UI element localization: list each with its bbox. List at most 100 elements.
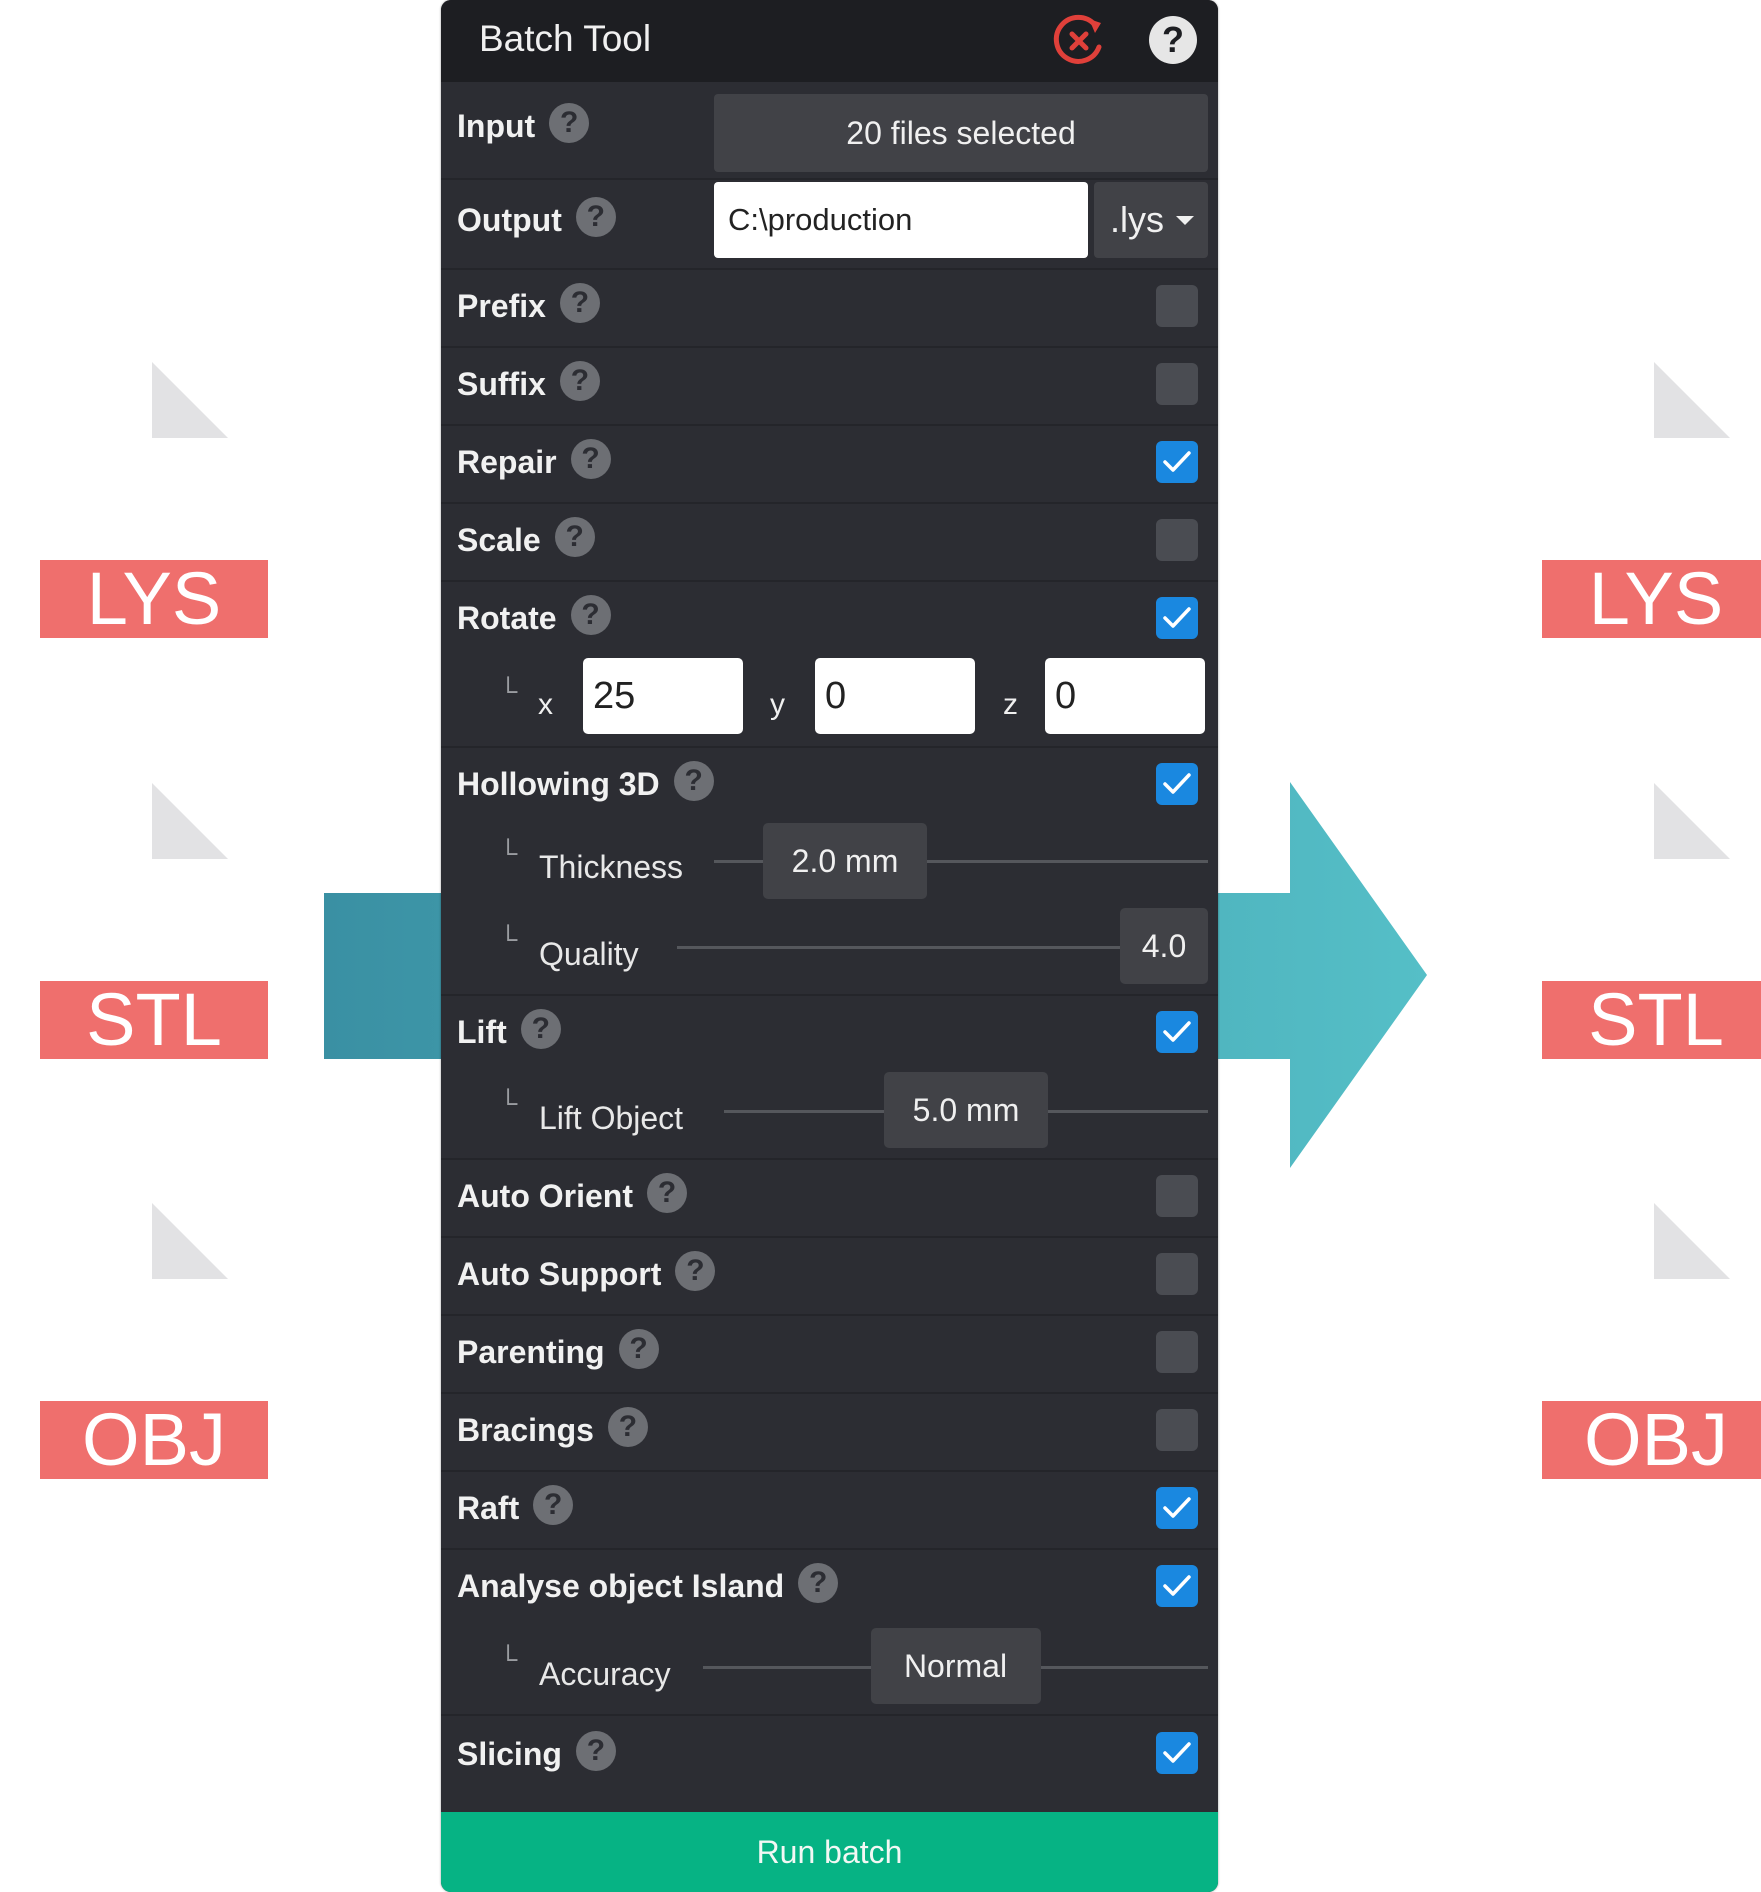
run-batch-button[interactable]: Run batch [441, 1812, 1218, 1892]
output-path-field[interactable]: C:\production [714, 182, 1088, 258]
auto-orient-checkbox[interactable] [1156, 1175, 1198, 1217]
file-icon-obj-left: OBJ [40, 1203, 268, 1483]
row-prefix: Prefix? [441, 268, 1218, 348]
question-circle-icon[interactable]: ? [575, 196, 616, 237]
thickness-slider-handle[interactable]: 2.0 mm [763, 823, 927, 899]
question-circle-icon[interactable]: ? [533, 1484, 574, 1525]
slicing-checkbox[interactable] [1156, 1732, 1198, 1774]
suffix-checkbox[interactable] [1156, 363, 1198, 405]
sub-option-indicator: └ [499, 676, 518, 706]
scale-checkbox[interactable] [1156, 519, 1198, 561]
analyse-island-checkbox[interactable] [1156, 1565, 1198, 1607]
output-label: Output? [457, 196, 616, 243]
option-label: Bracings? [457, 1406, 648, 1453]
bracings-checkbox[interactable] [1156, 1409, 1198, 1451]
row-auto-orient: Auto Orient? [441, 1158, 1218, 1238]
row-raft: Raft? [441, 1470, 1218, 1550]
question-circle-icon[interactable]: ? [559, 360, 600, 401]
rotate-y-label: y [770, 688, 785, 721]
question-circle-icon[interactable]: ? [575, 1730, 616, 1771]
file-type-tag: LYS [40, 560, 268, 638]
row-suffix: Suffix? [441, 346, 1218, 426]
checkmark-icon [1163, 451, 1191, 472]
checkmark-icon [1163, 607, 1191, 628]
hollowing-checkbox[interactable] [1156, 763, 1198, 805]
output-extension-select[interactable]: .lys [1094, 182, 1208, 258]
caret-down-icon [1176, 216, 1194, 225]
row-hollowing: Hollowing 3D? └ Thickness 2.0 mm └ Quali… [441, 746, 1218, 996]
option-label: Slicing? [457, 1730, 616, 1777]
row-output: Output? C:\production .lys [441, 178, 1218, 270]
sub-option-indicator: └ [499, 1644, 518, 1674]
row-rotate: Rotate? └ x 25 y 0 z 0 [441, 580, 1218, 748]
row-input: Input? 20 files selected [441, 82, 1218, 180]
option-label: Suffix? [457, 360, 600, 407]
title-bar: Batch Tool ? [441, 0, 1218, 82]
auto-support-checkbox[interactable] [1156, 1253, 1198, 1295]
row-analyse-island: Analyse object Island? └ Accuracy Normal [441, 1548, 1218, 1716]
row-auto-support: Auto Support? [441, 1236, 1218, 1316]
option-label: Parenting? [457, 1328, 659, 1375]
checkmark-icon [1163, 1742, 1191, 1763]
lift-checkbox[interactable] [1156, 1011, 1198, 1053]
row-repair: Repair? [441, 424, 1218, 504]
rotate-y-input[interactable]: 0 [815, 658, 975, 734]
question-circle-icon[interactable]: ? [607, 1406, 648, 1447]
question-circle-icon[interactable]: ? [646, 1172, 687, 1213]
question-circle-icon[interactable]: ? [570, 594, 611, 635]
question-circle-icon[interactable]: ? [675, 1250, 716, 1291]
option-label: Scale? [457, 516, 595, 563]
question-circle-icon[interactable]: ? [798, 1562, 839, 1603]
checkmark-icon [1163, 773, 1191, 794]
lift-slider-handle[interactable]: 5.0 mm [884, 1072, 1048, 1148]
question-circle-icon[interactable]: ? [549, 102, 590, 143]
question-circle-icon[interactable]: ? [554, 516, 595, 557]
accuracy-slider-handle[interactable]: Normal [870, 1628, 1041, 1704]
row-lift: Lift? └ Lift Object 5.0 mm [441, 994, 1218, 1160]
sub-option-indicator: └ [499, 1088, 518, 1118]
quality-slider-handle[interactable]: 4.0 [1120, 908, 1208, 984]
rotate-x-label: x [538, 688, 553, 721]
question-circle-icon[interactable]: ? [618, 1328, 659, 1369]
rotate-x-input[interactable]: 25 [583, 658, 743, 734]
quality-label: Quality [539, 936, 639, 972]
question-circle-icon[interactable]: ? [520, 1008, 561, 1049]
parenting-checkbox[interactable] [1156, 1331, 1198, 1373]
checkmark-icon [1163, 1021, 1191, 1042]
option-label: Analyse object Island? [457, 1562, 839, 1609]
file-icon-obj-right: OBJ [1542, 1203, 1761, 1483]
close-circle-icon[interactable] [1051, 13, 1107, 69]
file-type-tag: LYS [1542, 560, 1761, 638]
file-icon-lys-right: LYS [1542, 362, 1761, 642]
input-label: Input? [457, 102, 590, 149]
rotate-z-input[interactable]: 0 [1045, 658, 1205, 734]
option-label: Prefix? [457, 282, 600, 329]
file-type-tag: STL [1542, 981, 1761, 1059]
option-label: Hollowing 3D? [457, 760, 714, 807]
thickness-label: Thickness [539, 849, 684, 885]
rotate-checkbox[interactable] [1156, 597, 1198, 639]
option-label: Auto Support? [457, 1250, 716, 1297]
input-files-button[interactable]: 20 files selected [714, 94, 1208, 172]
option-label: Rotate? [457, 594, 611, 641]
question-circle-icon[interactable]: ? [673, 760, 714, 801]
sub-option-indicator: └ [499, 924, 518, 954]
file-icon-lys-left: LYS [40, 362, 268, 642]
row-scale: Scale? [441, 502, 1218, 582]
question-circle-icon[interactable]: ? [570, 438, 611, 479]
panel-title: Batch Tool [479, 18, 652, 59]
question-circle-icon[interactable]: ? [559, 282, 600, 323]
option-label: Lift? [457, 1008, 561, 1055]
question-circle-icon[interactable]: ? [1149, 16, 1197, 64]
batch-tool-panel: Batch Tool ? Input? 20 files selected Ou… [441, 0, 1218, 1892]
raft-checkbox[interactable] [1156, 1487, 1198, 1529]
repair-checkbox[interactable] [1156, 441, 1198, 483]
prefix-checkbox[interactable] [1156, 285, 1198, 327]
option-label: Auto Orient? [457, 1172, 687, 1219]
option-label: Repair? [457, 438, 611, 485]
sub-option-indicator: └ [499, 838, 518, 868]
checkmark-icon [1163, 1497, 1191, 1518]
file-type-tag: OBJ [40, 1401, 268, 1479]
row-bracings: Bracings? [441, 1392, 1218, 1472]
file-icon-stl-right: STL [1542, 783, 1761, 1063]
